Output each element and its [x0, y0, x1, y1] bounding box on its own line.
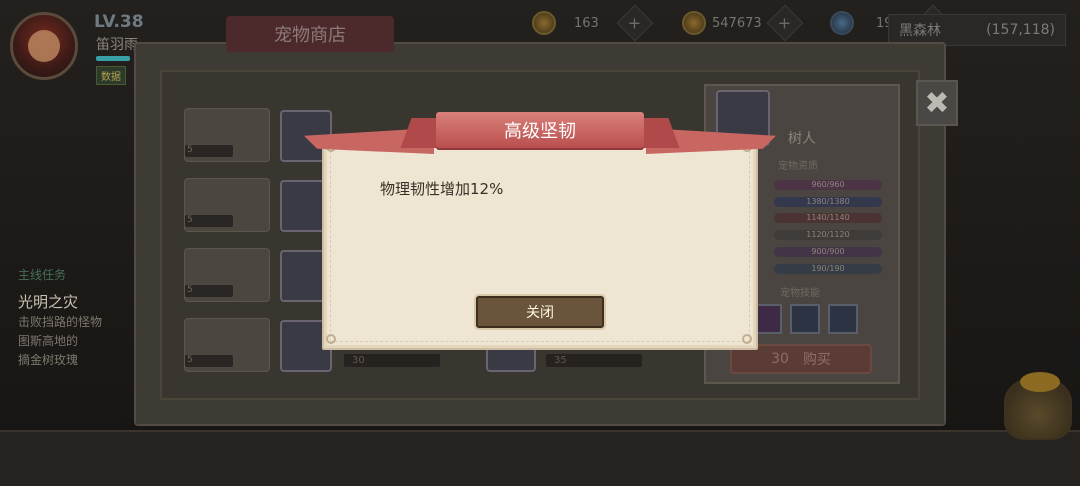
- corner-ornament: [326, 334, 336, 344]
- dialog-close-button[interactable]: 关闭: [476, 296, 604, 328]
- dialog-description: 物理韧性增加12%: [380, 180, 504, 198]
- corner-ornament: [742, 334, 752, 344]
- dialog-title: 高级坚韧: [436, 112, 644, 148]
